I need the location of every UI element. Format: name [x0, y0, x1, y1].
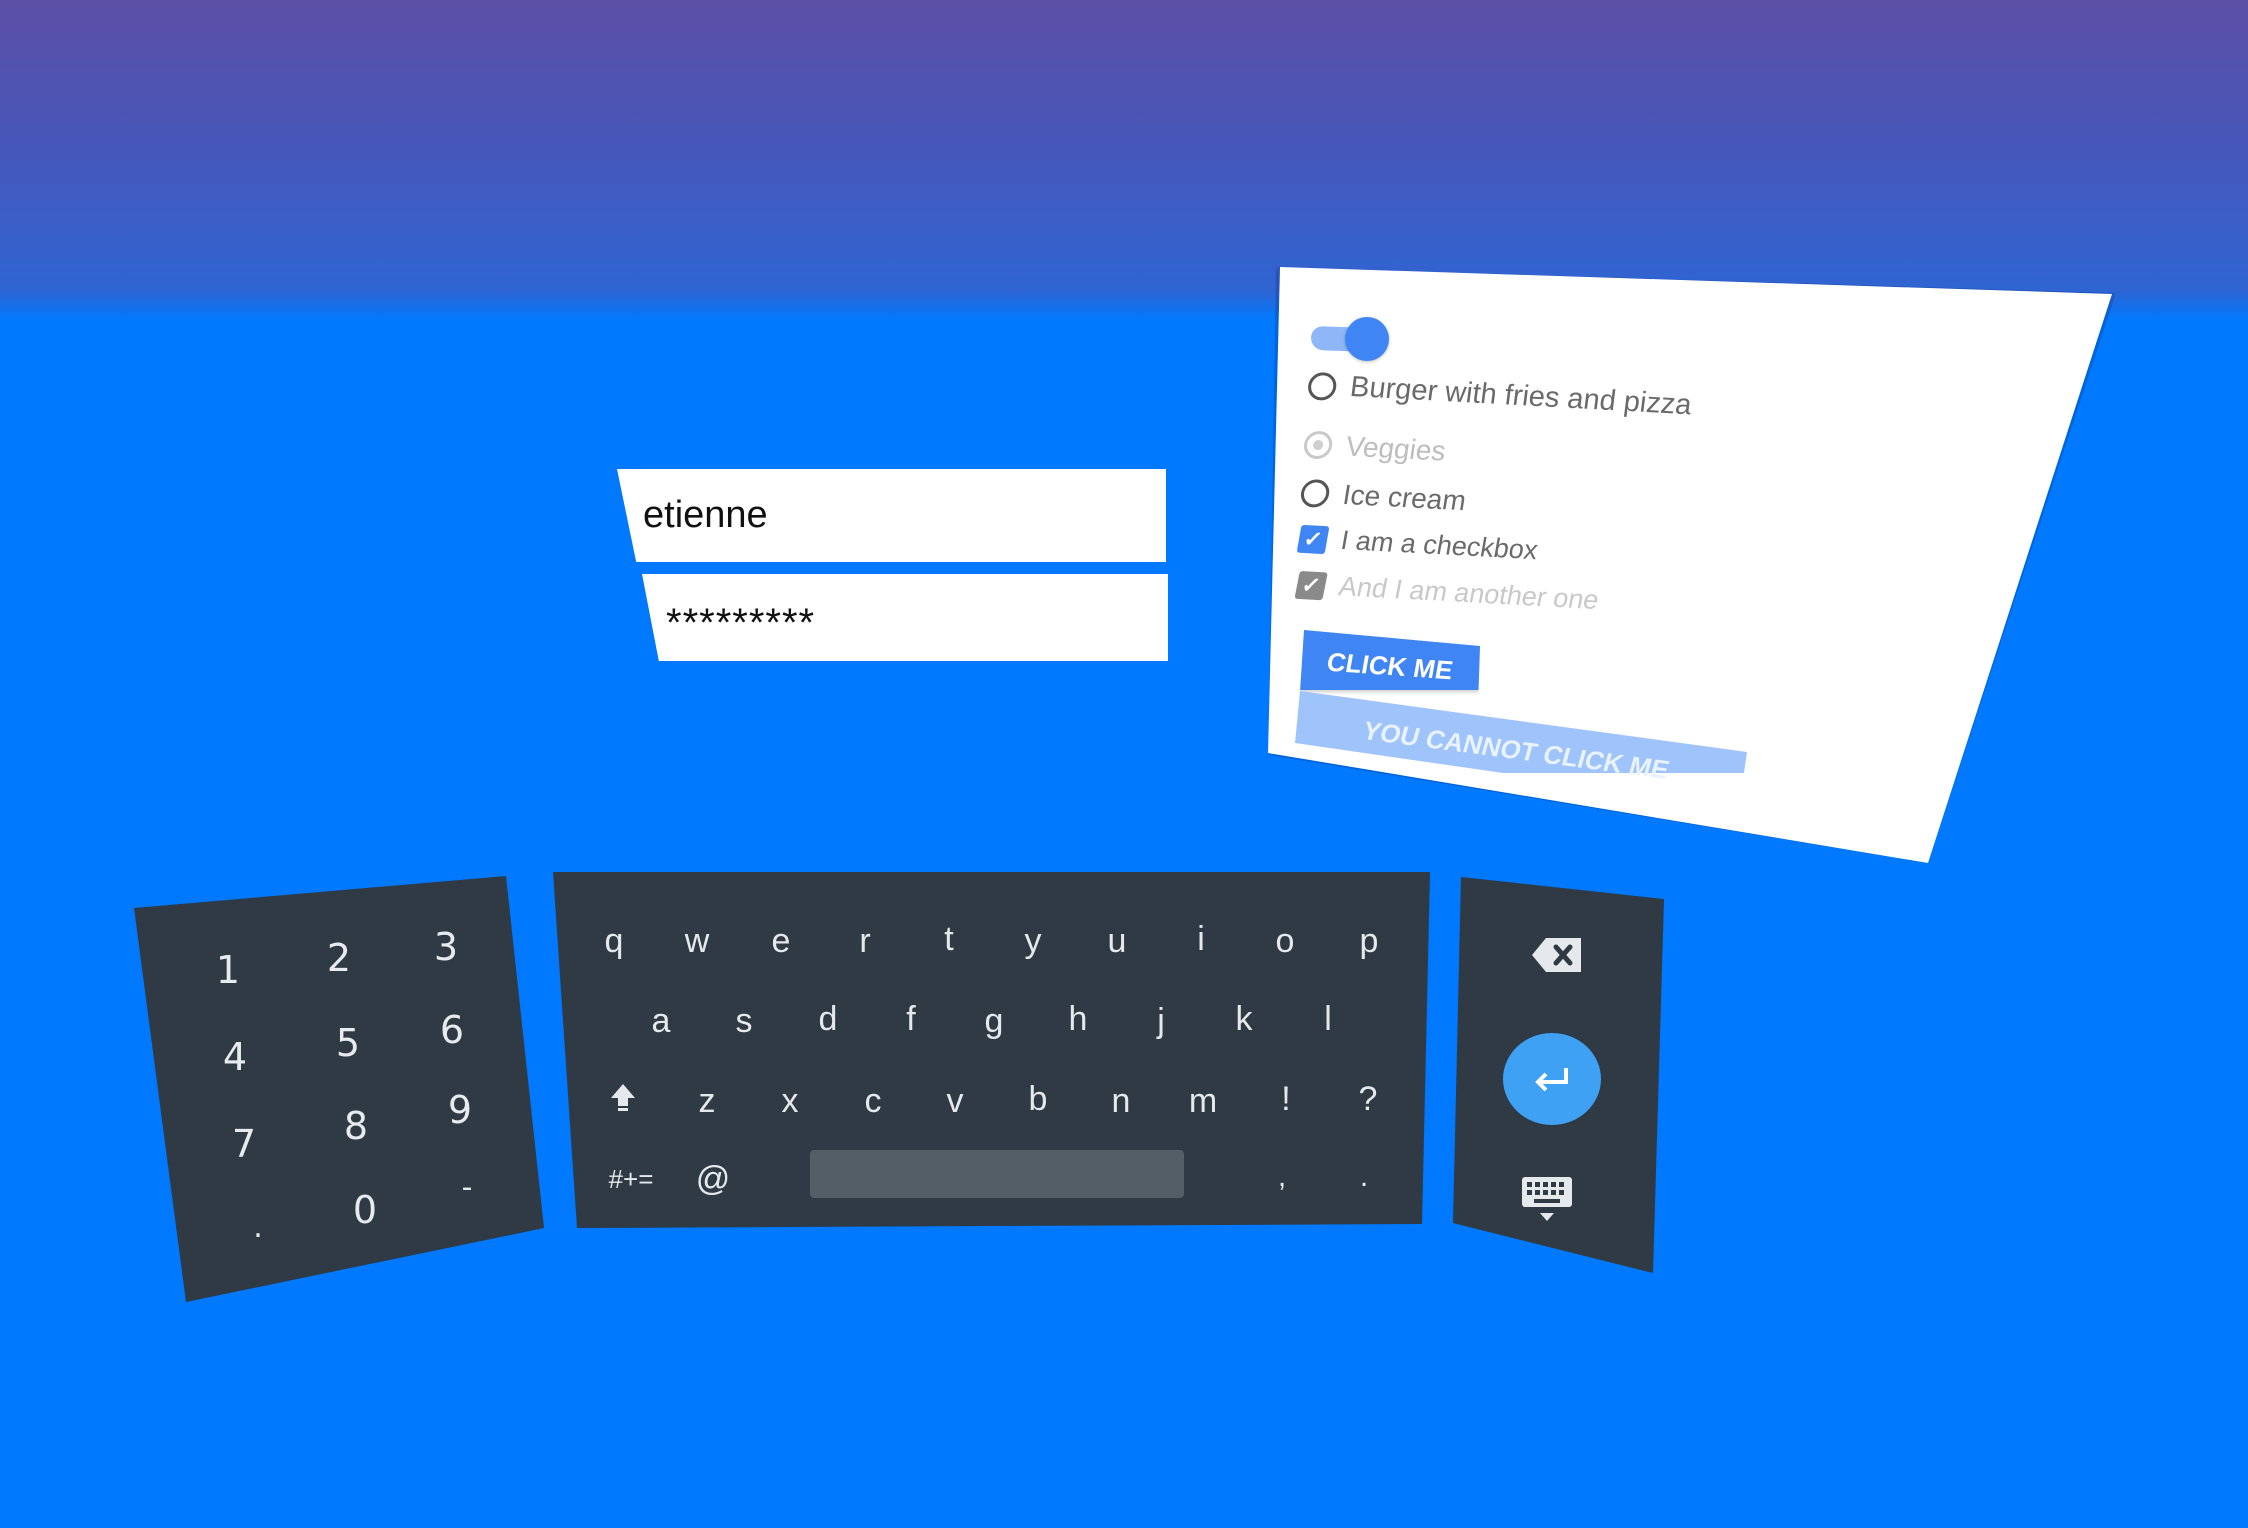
radio-option-veggies: Veggies	[1302, 428, 1448, 467]
key-f[interactable]: f	[881, 1000, 941, 1039]
comma-key[interactable]: ,	[1252, 1160, 1312, 1194]
numpad-key-9[interactable]: 9	[430, 1088, 490, 1132]
checkbox-label: And I am another one	[1336, 571, 1602, 616]
numpad-key-4[interactable]: 4	[205, 1035, 265, 1079]
key-q[interactable]: q	[584, 922, 644, 961]
numpad-key-5[interactable]: 5	[318, 1021, 378, 1065]
key-p[interactable]: p	[1339, 922, 1399, 961]
shift-icon	[611, 1084, 635, 1111]
numpad-key-1[interactable]: 1	[198, 948, 258, 992]
key-w[interactable]: w	[667, 922, 727, 961]
at-key[interactable]: @	[683, 1160, 743, 1199]
numpad-key-0[interactable]: 0	[335, 1188, 395, 1232]
radio-option-label: Ice cream	[1340, 478, 1469, 517]
shift-key[interactable]	[603, 1082, 643, 1117]
disabled-button: YOU CANNOT CLICK ME	[1295, 691, 1747, 784]
key-a[interactable]: a	[631, 1002, 691, 1041]
click-me-label: CLICK ME	[1324, 646, 1456, 685]
enter-icon	[1535, 1068, 1568, 1092]
numpad-key-7[interactable]: 7	[214, 1122, 274, 1166]
backspace-key[interactable]	[1530, 935, 1584, 980]
radio-disabled-icon	[1302, 430, 1335, 460]
hide-keyboard-key[interactable]	[1520, 1175, 1574, 1230]
key-m[interactable]: m	[1173, 1082, 1233, 1121]
key-d[interactable]: d	[798, 1000, 858, 1039]
toggle-thumb	[1345, 317, 1389, 361]
key-v[interactable]: v	[925, 1082, 985, 1121]
password-value: *********	[666, 601, 816, 645]
password-field[interactable]: *********	[642, 574, 1168, 661]
symbols-key[interactable]: #+=	[591, 1164, 671, 1195]
radio-option-label: Veggies	[1343, 430, 1448, 467]
key-r[interactable]: r	[835, 922, 895, 961]
period-key[interactable]: .	[1334, 1160, 1394, 1194]
numpad-key-minus[interactable]: -	[437, 1170, 497, 1205]
key-h[interactable]: h	[1048, 1000, 1108, 1039]
key-b[interactable]: b	[1008, 1080, 1068, 1119]
key-g[interactable]: g	[964, 1002, 1024, 1041]
checkbox-checked-icon: ✓	[1296, 524, 1330, 554]
key-y[interactable]: y	[1003, 922, 1063, 961]
key-o[interactable]: o	[1255, 922, 1315, 961]
radio-option-label: Burger with fries and pizza	[1348, 370, 1694, 422]
key-exclamation[interactable]: !	[1256, 1080, 1316, 1119]
radio-option-burger[interactable]: Burger with fries and pizza	[1306, 369, 1693, 423]
numpad-key-period[interactable]: .	[228, 1210, 288, 1245]
key-e[interactable]: e	[751, 922, 811, 961]
key-n[interactable]: n	[1091, 1082, 1151, 1121]
key-i[interactable]: i	[1171, 920, 1231, 959]
key-x[interactable]: x	[760, 1082, 820, 1121]
username-field[interactable]: etienne	[617, 469, 1166, 562]
checkbox-option-disabled: ✓ And I am another one	[1294, 569, 1601, 616]
enter-button[interactable]	[1503, 1033, 1601, 1125]
key-j[interactable]: j	[1131, 1002, 1191, 1041]
radio-unchecked-icon	[1298, 478, 1332, 509]
checkbox-disabled-icon: ✓	[1294, 570, 1328, 600]
click-me-button[interactable]: CLICK ME	[1300, 630, 1480, 690]
key-t[interactable]: t	[919, 920, 979, 959]
disabled-button-label: YOU CANNOT CLICK ME	[1359, 714, 1673, 785]
checkbox-label: I am a checkbox	[1338, 525, 1541, 566]
form-panel: Burger with fries and pizza Veggies Ice …	[1268, 267, 2112, 863]
keyboard-hide-icon	[1522, 1177, 1572, 1221]
key-s[interactable]: s	[714, 1002, 774, 1041]
numpad-key-2[interactable]: 2	[309, 936, 369, 980]
key-u[interactable]: u	[1087, 922, 1147, 961]
checkbox-option[interactable]: ✓ I am a checkbox	[1296, 523, 1540, 566]
key-question[interactable]: ?	[1338, 1080, 1398, 1119]
numpad-key-3[interactable]: 3	[416, 925, 476, 969]
backspace-icon	[1532, 938, 1581, 972]
toggle-switch[interactable]	[1311, 315, 1389, 361]
key-c[interactable]: c	[843, 1082, 903, 1121]
key-k[interactable]: k	[1214, 1000, 1274, 1039]
space-bar[interactable]	[810, 1150, 1184, 1198]
username-value: etienne	[643, 494, 768, 536]
radio-option-icecream[interactable]: Ice cream	[1298, 477, 1469, 517]
radio-unchecked-icon	[1306, 371, 1338, 401]
key-l[interactable]: l	[1298, 1000, 1358, 1039]
numpad-key-6[interactable]: 6	[422, 1008, 482, 1052]
numpad-key-8[interactable]: 8	[326, 1104, 386, 1148]
key-z[interactable]: z	[677, 1082, 737, 1121]
